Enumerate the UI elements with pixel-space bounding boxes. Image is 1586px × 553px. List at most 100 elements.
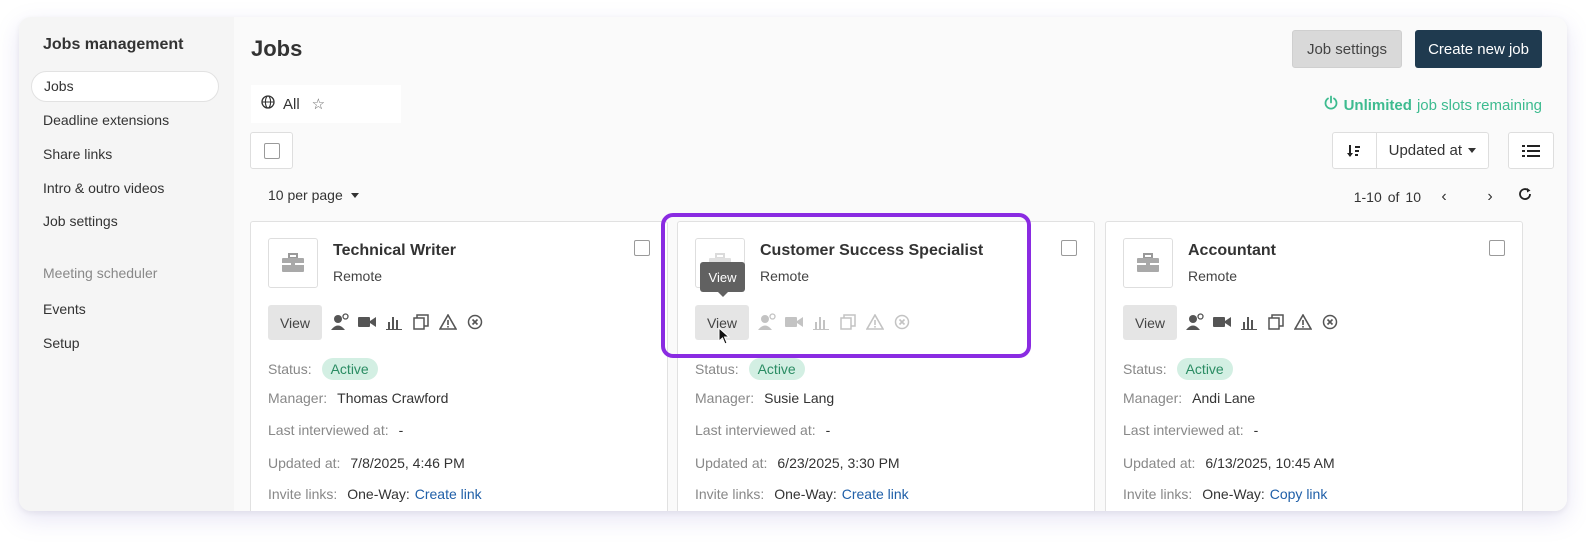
invite-link[interactable]: Create link [842, 486, 909, 502]
chevron-right-icon[interactable]: › [1467, 188, 1513, 206]
duplicate-icon[interactable] [412, 313, 430, 331]
last-interviewed-row: Last interviewed at: - [268, 422, 403, 438]
invite-row: Invite links: One-Way: Copy link [1123, 486, 1327, 502]
manager-value: Andi Lane [1192, 390, 1256, 406]
job-title[interactable]: Technical Writer [333, 242, 456, 260]
sidebar-title: Jobs management [43, 36, 184, 53]
sidebar-item-share-links[interactable]: Share links [43, 146, 112, 162]
job-title[interactable]: Accountant [1188, 242, 1276, 260]
job-location: Remote [1188, 268, 1238, 284]
chevron-left-icon[interactable]: ‹ [1421, 188, 1467, 206]
invite-label: Invite links: [268, 486, 338, 502]
updated-row: Updated at: 6/23/2025, 3:30 PM [695, 455, 900, 471]
manager-row: Manager: Susie Lang [695, 390, 834, 406]
status-badge: Active [321, 358, 378, 380]
updated-value: 6/23/2025, 3:30 PM [777, 455, 900, 471]
sort-direction-button[interactable] [1333, 133, 1377, 168]
invite-candidate-icon[interactable] [331, 313, 349, 331]
warning-icon[interactable] [866, 313, 884, 331]
job-select-checkbox[interactable] [1489, 240, 1505, 256]
sidebar-item-deadline-extensions[interactable]: Deadline extensions [43, 112, 169, 128]
job-card: Accountant Remote View Status: Active Man… [1105, 221, 1523, 511]
job-actions [331, 313, 484, 331]
invite-link[interactable]: Create link [415, 486, 482, 502]
page-total: 10 [1405, 188, 1421, 205]
duplicate-icon[interactable] [1267, 313, 1285, 331]
updated-label: Updated at: [695, 455, 768, 471]
page-title: Jobs [251, 36, 303, 61]
chevron-down-icon [1468, 148, 1476, 153]
video-icon[interactable] [785, 313, 803, 331]
filter-tab-label: All [283, 95, 300, 113]
one-way-label: One-Way: [774, 486, 837, 502]
sidebar-item-setup[interactable]: Setup [43, 335, 80, 351]
view-button[interactable]: View [1123, 305, 1177, 340]
one-way-label: One-Way: [347, 486, 410, 502]
updated-value: 7/8/2025, 4:46 PM [350, 455, 465, 471]
invite-candidate-icon[interactable] [758, 313, 776, 331]
filter-tab-all[interactable]: All ☆ [251, 85, 401, 123]
bar-chart-icon[interactable] [812, 313, 830, 331]
sidebar-item-jobs[interactable]: Jobs [31, 71, 219, 102]
invite-candidate-icon[interactable] [1186, 313, 1204, 331]
close-circle-icon[interactable] [1321, 313, 1339, 331]
status-badge: Active [748, 358, 805, 380]
list-view-button[interactable] [1508, 132, 1554, 169]
job-location: Remote [760, 268, 810, 284]
video-icon[interactable] [358, 313, 376, 331]
slots-text: job slots remaining [1416, 96, 1542, 114]
invite-label: Invite links: [695, 486, 765, 502]
refresh-icon[interactable] [1513, 187, 1537, 206]
close-circle-icon[interactable] [466, 313, 484, 331]
job-settings-button[interactable]: Job settings [1291, 30, 1402, 68]
globe-icon [261, 95, 275, 113]
status-label: Status: [695, 361, 739, 377]
video-icon[interactable] [1213, 313, 1231, 331]
sidebar-item-job-settings[interactable]: Job settings [43, 213, 118, 229]
mouse-cursor-icon [718, 326, 731, 350]
invite-label: Invite links: [1123, 486, 1193, 502]
warning-icon[interactable] [439, 313, 457, 331]
job-slots-status: Unlimited job slots remaining [1323, 95, 1542, 115]
manager-label: Manager: [695, 390, 755, 406]
briefcase-icon [268, 238, 318, 288]
page-range: 1-10 [1353, 188, 1382, 205]
sort-field-select[interactable]: Updated at [1377, 133, 1488, 168]
create-new-job-button[interactable]: Create new job [1415, 30, 1542, 68]
duplicate-icon[interactable] [839, 313, 857, 331]
sort-field-label: Updated at [1388, 142, 1462, 159]
invite-link[interactable]: Copy link [1270, 486, 1328, 502]
updated-row: Updated at: 7/8/2025, 4:46 PM [268, 455, 465, 471]
view-tooltip: View [700, 262, 745, 297]
bar-chart-icon[interactable] [385, 313, 403, 331]
job-title[interactable]: Customer Success Specialist [760, 242, 983, 260]
last-interviewed-value: - [825, 422, 831, 438]
job-location: Remote [333, 268, 383, 284]
sidebar-item-events[interactable]: Events [43, 301, 86, 317]
per-page-select[interactable]: 10 per page [268, 187, 359, 203]
status-row: Status: Active [268, 358, 378, 380]
select-all-checkbox[interactable] [250, 132, 293, 169]
last-interviewed-label: Last interviewed at: [695, 422, 816, 438]
sidebar-section-meeting-scheduler: Meeting scheduler [43, 265, 158, 281]
view-button[interactable]: View [268, 305, 322, 340]
star-icon[interactable]: ☆ [312, 95, 325, 113]
chevron-down-icon [350, 192, 359, 198]
last-interviewed-row: Last interviewed at: - [695, 422, 830, 438]
briefcase-icon [1123, 238, 1173, 288]
status-label: Status: [268, 361, 312, 377]
sidebar-item-intro-outro-videos[interactable]: Intro & outro videos [43, 180, 164, 196]
job-select-checkbox[interactable] [1061, 240, 1077, 256]
last-interviewed-label: Last interviewed at: [1123, 422, 1244, 438]
manager-row: Manager: Andi Lane [1123, 390, 1255, 406]
manager-label: Manager: [1123, 390, 1183, 406]
job-select-checkbox[interactable] [634, 240, 650, 256]
status-row: Status: Active [695, 358, 805, 380]
close-circle-icon[interactable] [893, 313, 911, 331]
manager-row: Manager: Thomas Crawford [268, 390, 448, 406]
updated-row: Updated at: 6/13/2025, 10:45 AM [1123, 455, 1335, 471]
one-way-label: One-Way: [1202, 486, 1265, 502]
warning-icon[interactable] [1294, 313, 1312, 331]
bar-chart-icon[interactable] [1240, 313, 1258, 331]
status-badge: Active [1176, 358, 1233, 380]
